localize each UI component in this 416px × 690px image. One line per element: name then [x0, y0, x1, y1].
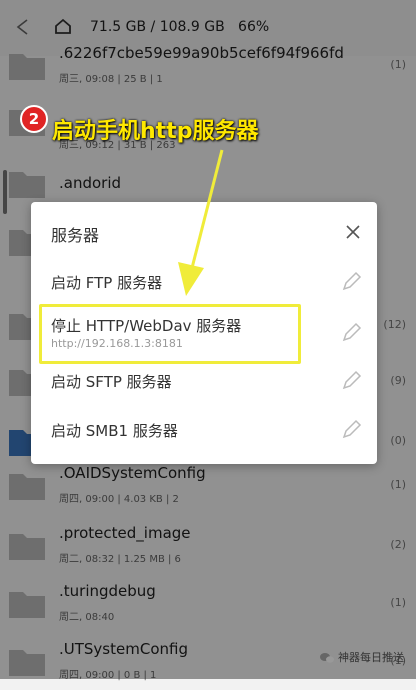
pencil-icon[interactable] [341, 270, 363, 292]
watermark-text: 神器每日推送 [338, 651, 404, 664]
pencil-icon[interactable] [341, 321, 363, 343]
callout-text: 启动手机http服务器 [52, 119, 259, 144]
wechat-icon [320, 653, 334, 663]
close-icon[interactable] [345, 224, 361, 240]
option-label: 启动 SFTP 服务器 [51, 373, 172, 391]
pencil-icon[interactable] [341, 418, 363, 440]
highlight-box [39, 304, 301, 364]
dialog-title: 服务器 [51, 226, 100, 245]
start-smb1-option[interactable]: 启动 SMB1 服务器 [31, 404, 377, 452]
step-badge: 2 [20, 105, 48, 133]
pencil-icon[interactable] [341, 369, 363, 391]
start-ftp-option[interactable]: 启动 FTP 服务器 [31, 257, 377, 305]
option-label: 启动 SMB1 服务器 [51, 422, 178, 440]
option-label: 启动 FTP 服务器 [51, 274, 163, 292]
watermark: 神器每日推送 [320, 649, 404, 665]
